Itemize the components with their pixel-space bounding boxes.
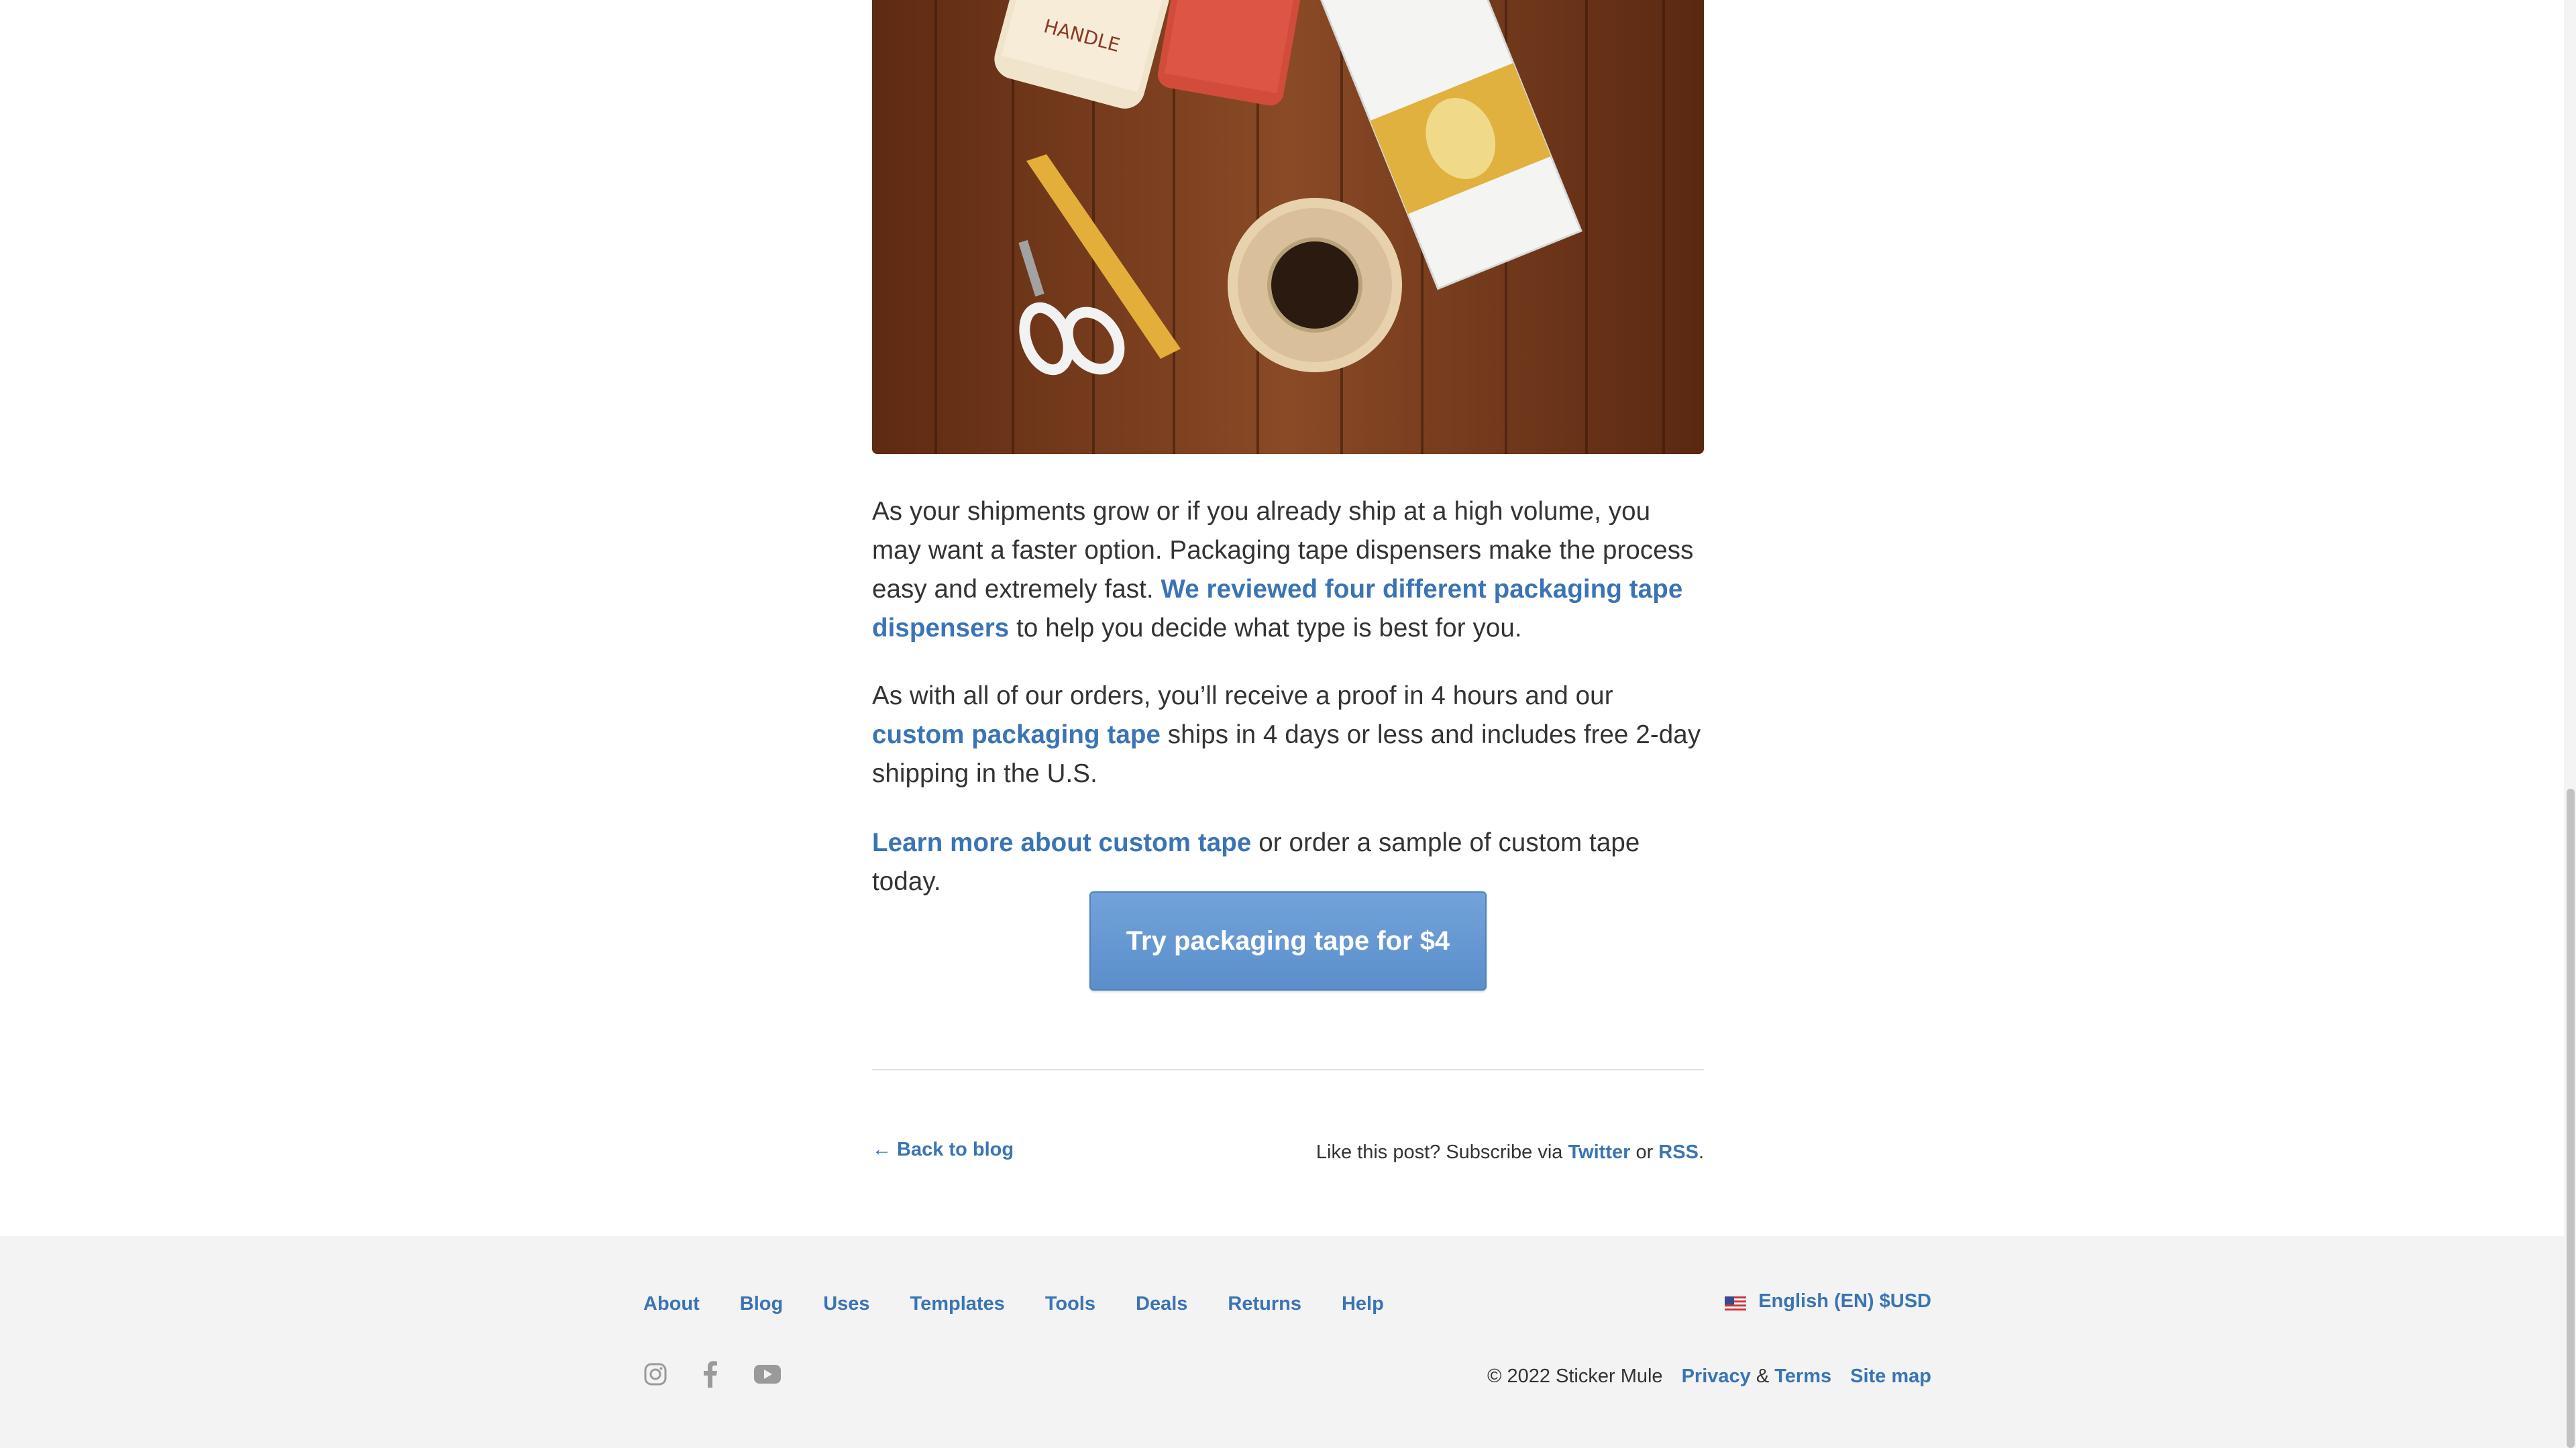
learn-more-paragraph: Learn more about custom tape or order a … [872, 824, 1704, 901]
footer-link-blog[interactable]: Blog [740, 1293, 783, 1315]
divider [872, 1069, 1704, 1070]
footer-link-returns[interactable]: Returns [1228, 1293, 1301, 1315]
subscribe-label: Like this post? Subscribe via [1316, 1141, 1568, 1163]
cta-container: Try packaging tape for $4 [872, 891, 1704, 991]
try-packaging-tape-button[interactable]: Try packaging tape for $4 [1089, 891, 1487, 991]
paragraph-text: to help you decide what type is best for… [1009, 614, 1522, 643]
paragraph-text: As with all of our orders, you’ll receiv… [872, 681, 1613, 710]
footer-link-tools[interactable]: Tools [1045, 1293, 1095, 1315]
copyright-text: © 2022 Sticker Mule [1487, 1366, 1663, 1387]
social-links [643, 1361, 816, 1391]
learn-more-custom-tape-link[interactable]: Learn more about custom tape [872, 828, 1251, 857]
youtube-icon[interactable] [753, 1363, 782, 1388]
back-to-blog-link[interactable]: ← Back to blog [872, 1139, 1014, 1161]
us-flag-icon [1725, 1294, 1747, 1311]
footer-link-uses[interactable]: Uses [823, 1293, 869, 1315]
site-map-link[interactable]: Site map [1850, 1366, 1931, 1388]
subscribe-or: or [1630, 1141, 1659, 1163]
ampersand: & [1750, 1366, 1775, 1387]
scrollbar[interactable] [2564, 0, 2576, 1448]
scrollbar-thumb[interactable] [2567, 789, 2575, 1448]
language-label: English (EN) $USD [1758, 1290, 1931, 1312]
terms-link[interactable]: Terms [1774, 1366, 1831, 1388]
instagram-icon[interactable] [643, 1362, 667, 1390]
proof-paragraph: As with all of our orders, you’ll receiv… [872, 677, 1704, 793]
language-selector[interactable]: English (EN) $USD [1725, 1290, 1931, 1313]
site-footer: About Blog Uses Templates Tools Deals Re… [0, 1236, 2564, 1448]
footer-nav: About Blog Uses Templates Tools Deals Re… [643, 1293, 1424, 1315]
hero-image: HANDLE [872, 0, 1704, 454]
rss-link[interactable]: RSS [1658, 1141, 1699, 1163]
footer-link-deals[interactable]: Deals [1136, 1293, 1187, 1315]
intro-paragraph: As your shipments grow or if you already… [872, 492, 1704, 648]
custom-packaging-tape-link[interactable]: custom packaging tape [872, 720, 1161, 749]
post-footer: ← Back to blog Like this post? Subscribe… [872, 1133, 1704, 1174]
subscribe-text: Like this post? Subscribe via Twitter or… [1316, 1141, 1704, 1164]
footer-link-help[interactable]: Help [1342, 1293, 1384, 1315]
article: HANDLE As your shipments grow or if you … [872, 0, 1704, 1163]
footer-link-templates[interactable]: Templates [910, 1293, 1005, 1315]
footer-link-about[interactable]: About [643, 1293, 700, 1315]
privacy-link[interactable]: Privacy [1682, 1366, 1751, 1388]
legal-row: © 2022 Sticker Mule Privacy & Terms Site… [1487, 1366, 1931, 1388]
subscribe-period: . [1698, 1141, 1704, 1163]
facebook-icon[interactable] [702, 1361, 718, 1391]
twitter-link[interactable]: Twitter [1568, 1141, 1630, 1163]
